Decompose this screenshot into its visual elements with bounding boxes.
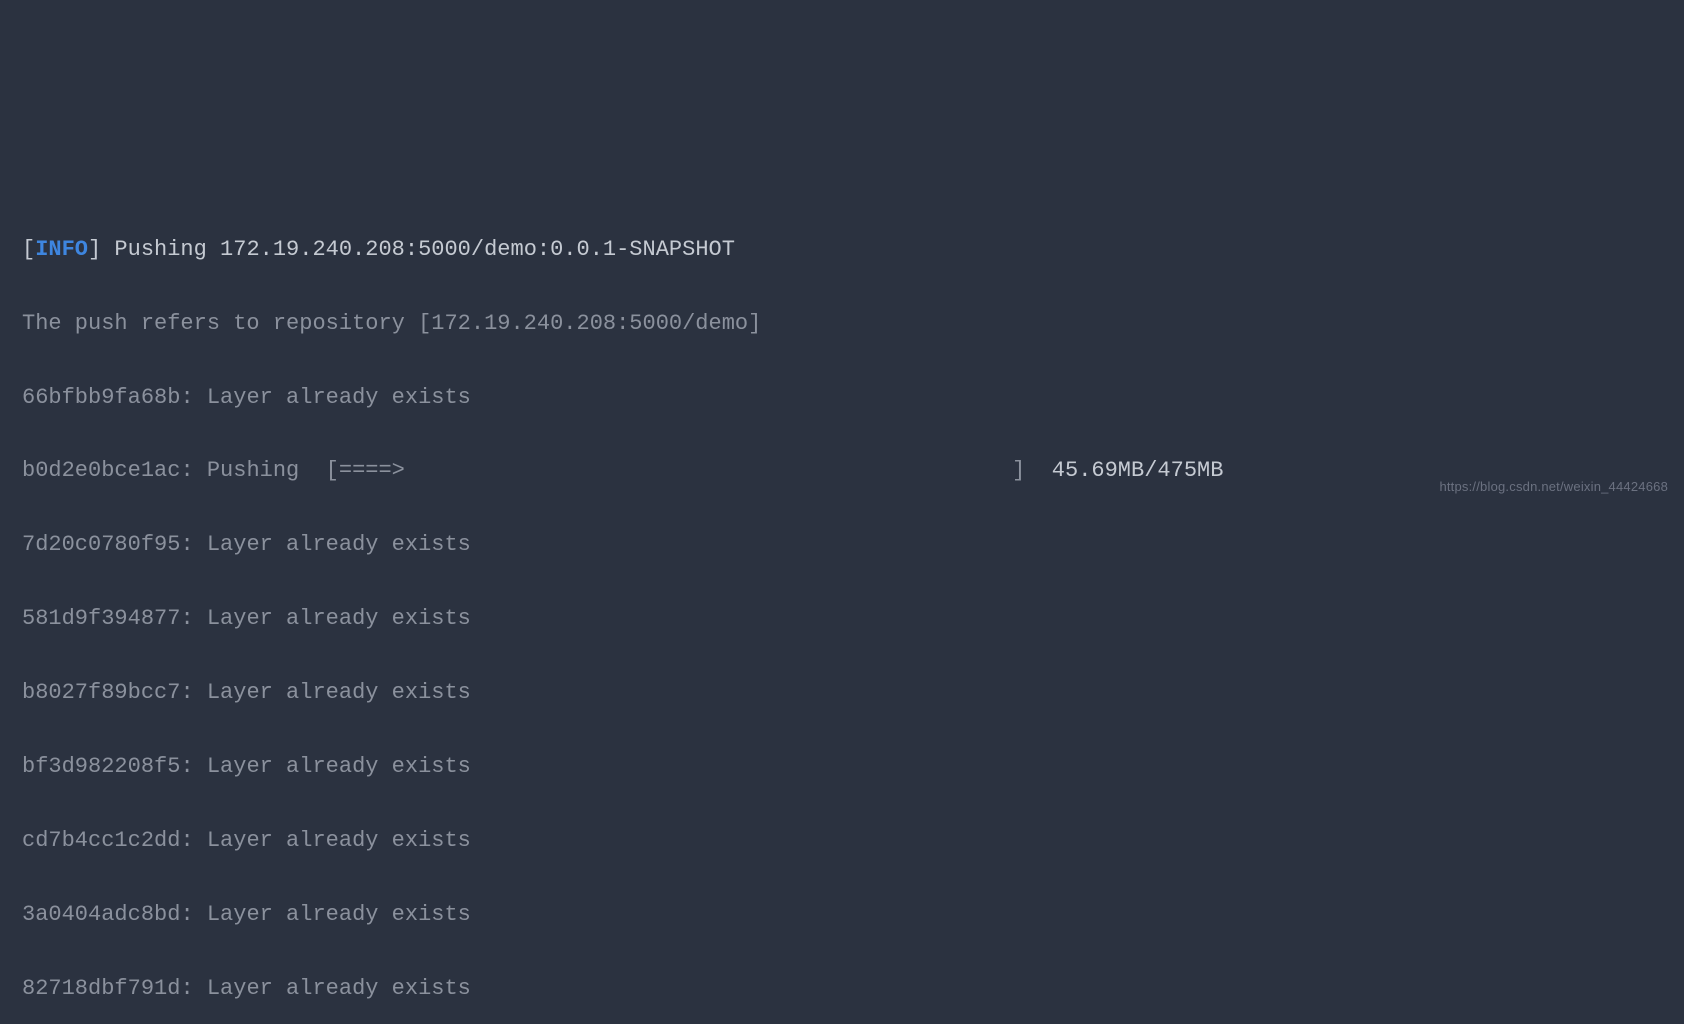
layer-status: Pushing (207, 458, 299, 483)
log-line-info: [INFO] Pushing 172.19.240.208:5000/demo:… (22, 232, 1684, 269)
layer-id: b8027f89bcc7 (22, 680, 180, 705)
log-level: INFO (35, 237, 88, 262)
layer-line: 66bfbb9fa68b: Layer already exists (22, 380, 1684, 417)
layer-line: 3a0404adc8bd: Layer already exists (22, 897, 1684, 934)
layer-id: 581d9f394877 (22, 606, 180, 631)
layer-status: Layer already exists (207, 976, 471, 1001)
left-gutter (0, 0, 14, 512)
layer-id: 82718dbf791d (22, 976, 180, 1001)
layer-status: Layer already exists (207, 828, 471, 853)
layer-line: bf3d982208f5: Layer already exists (22, 749, 1684, 786)
layer-line: cd7b4cc1c2dd: Layer already exists (22, 823, 1684, 860)
layer-status: Layer already exists (207, 680, 471, 705)
layer-status: Layer already exists (207, 754, 471, 779)
layer-status: Layer already exists (207, 606, 471, 631)
layer-id: 7d20c0780f95 (22, 532, 180, 557)
layer-line: b8027f89bcc7: Layer already exists (22, 675, 1684, 712)
log-message: Pushing 172.19.240.208:5000/demo:0.0.1-S… (101, 237, 735, 262)
bracket-close: ] (88, 237, 101, 262)
layer-id: b0d2e0bce1ac (22, 458, 180, 483)
layer-line-pushing: b0d2e0bce1ac: Pushing [====> ] 45.69MB/4… (22, 453, 1684, 490)
bracket-open: [ (22, 237, 35, 262)
layer-status: Layer already exists (207, 385, 471, 410)
watermark: https://blog.csdn.net/weixin_44424668 (1439, 476, 1668, 498)
layer-status: Layer already exists (207, 532, 471, 557)
layer-id: cd7b4cc1c2dd (22, 828, 180, 853)
layer-id: 3a0404adc8bd (22, 902, 180, 927)
layer-line: 7d20c0780f95: Layer already exists (22, 527, 1684, 564)
layer-status: Layer already exists (207, 902, 471, 927)
layer-line: 581d9f394877: Layer already exists (22, 601, 1684, 638)
layer-id: 66bfbb9fa68b (22, 385, 180, 410)
layer-line: 82718dbf791d: Layer already exists (22, 971, 1684, 1008)
progress-size: 45.69MB/475MB (1052, 458, 1224, 483)
push-refer-line: The push refers to repository [172.19.24… (22, 306, 1684, 343)
layer-id: bf3d982208f5 (22, 754, 180, 779)
progress-bar: [====> ] (326, 458, 1026, 483)
